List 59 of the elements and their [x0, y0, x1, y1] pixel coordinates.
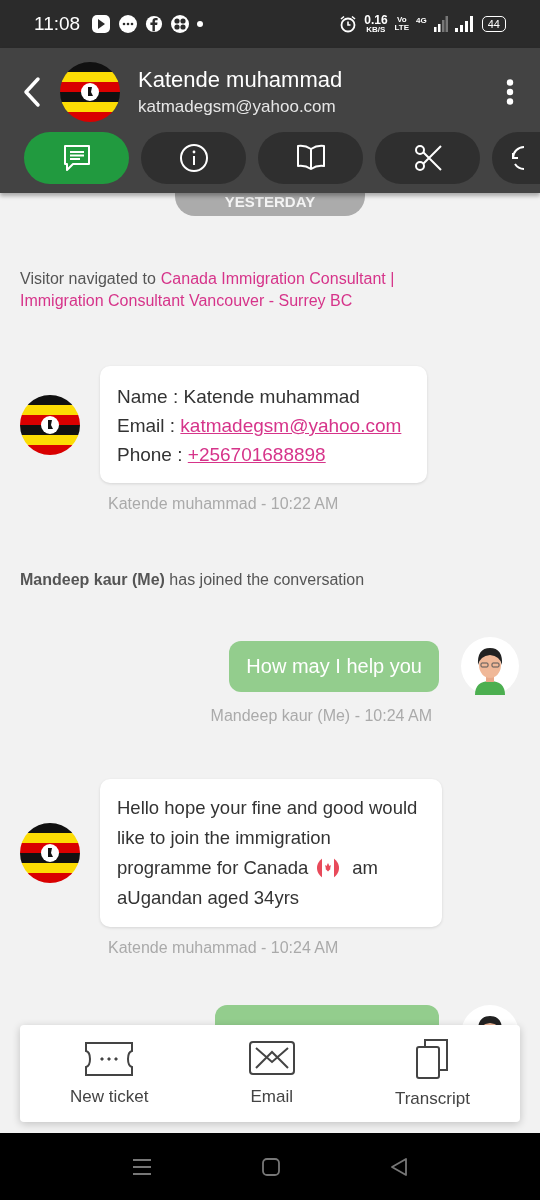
scissors-icon: [412, 143, 443, 173]
new-ticket-button[interactable]: New ticket: [70, 1040, 149, 1107]
facebook-icon: [145, 15, 164, 33]
message-text: am: [352, 856, 378, 880]
contact-email: katmadegsm@yahoo.com: [138, 97, 337, 117]
contact-link[interactable]: +256701688898: [187, 444, 326, 465]
message-meta: Katende muhammad - 10:22 AM: [107, 495, 340, 513]
speed-unit: KB/S: [366, 26, 386, 34]
canada-flag-icon: [316, 856, 341, 880]
signal-icon: [454, 16, 475, 32]
flag-avatar: [20, 823, 80, 883]
message-meta: Katende muhammad - 10:24 AM: [107, 939, 340, 957]
network-label: 4G: [416, 15, 427, 25]
alarm-icon: [339, 15, 358, 33]
contact-name: Katende muhammad: [138, 67, 344, 93]
envelope-icon: [248, 1040, 295, 1077]
field-value: Katende muhammad: [183, 386, 360, 407]
field-label: Phone :: [117, 444, 184, 465]
message-icon: [118, 14, 139, 34]
volte-label: Vo: [397, 16, 407, 24]
page-link[interactable]: Canada Immigration Consultant |: [160, 268, 395, 290]
info-tab[interactable]: [141, 132, 246, 184]
book-tab[interactable]: [258, 132, 363, 184]
fan-icon: [170, 14, 191, 34]
field-label: Email :: [117, 415, 177, 436]
battery-level: 44: [481, 16, 506, 32]
chat-tab[interactable]: [24, 132, 129, 184]
signal-icon: [433, 16, 448, 32]
chat-icon: [61, 144, 92, 172]
menu-icon[interactable]: [132, 1157, 152, 1176]
email-button[interactable]: Email: [248, 1040, 295, 1107]
back-icon[interactable]: [22, 76, 42, 108]
ticket-icon: [84, 1040, 135, 1077]
status-time: 11:08: [34, 13, 81, 35]
speed-value: 0.16: [364, 14, 388, 26]
back-icon[interactable]: [390, 1156, 408, 1177]
message-meta: Mandeep kaur (Me) - 10:24 AM: [209, 707, 433, 725]
page-link[interactable]: Immigration Consultant Vancouver - Surrey BC: [20, 290, 353, 312]
lte-label: LTE: [394, 24, 410, 32]
field-label: Name :: [117, 386, 180, 407]
message-text: programme for Canada: [117, 856, 309, 880]
app-icon: [91, 14, 112, 34]
message-bubble: How may I help you: [229, 640, 439, 692]
book-icon: [295, 143, 326, 173]
copy-icon: [416, 1038, 449, 1079]
flag-avatar: [60, 62, 120, 122]
flag-avatar: [20, 394, 80, 455]
dot-icon: [197, 21, 204, 27]
info-icon: [178, 143, 209, 173]
contact-link[interactable]: katmadegsm@yahoo.com: [180, 415, 402, 436]
transcript-button[interactable]: Transcript: [394, 1038, 470, 1109]
join-notice: Mandeep kaur (Me) has joined the conversation: [20, 571, 366, 589]
history-icon: [510, 143, 524, 173]
agent-avatar: [461, 637, 519, 695]
more-icon[interactable]: [506, 79, 514, 105]
home-icon[interactable]: [262, 1157, 280, 1176]
navigation-notice: Visitor navigated to: [20, 269, 156, 289]
message-text: aUgandan aged 34yrs: [117, 886, 301, 910]
scissors-tab[interactable]: [375, 132, 480, 184]
